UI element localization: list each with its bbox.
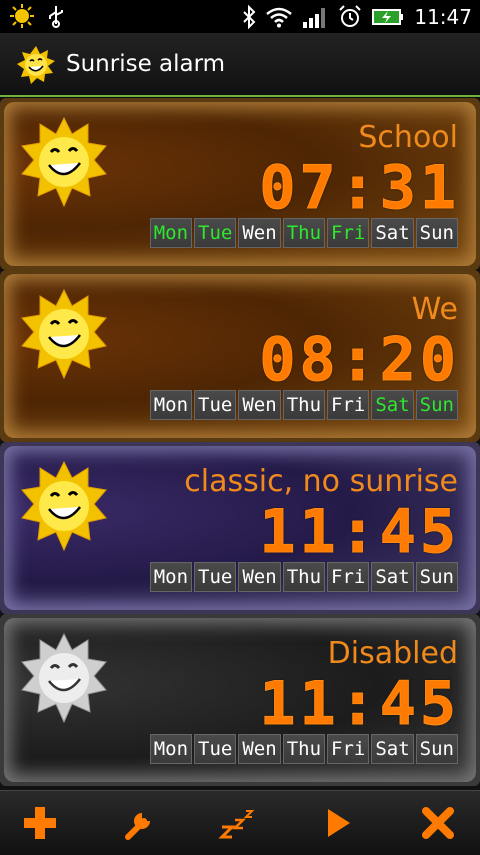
sun-face-disabled-icon (21, 632, 107, 724)
status-bar: 11:47 (0, 0, 480, 33)
day-toggle-wen[interactable]: Wen (238, 562, 281, 592)
day-toggle-tue[interactable]: Tue (194, 562, 237, 592)
day-toggle-wen[interactable]: Wen (238, 218, 281, 248)
day-toggle-fri[interactable]: Fri (327, 734, 370, 764)
day-toggle-sat[interactable]: Sat (371, 218, 414, 248)
day-toggle-mon[interactable]: Mon (149, 218, 193, 248)
day-toggle-sun[interactable]: Sun (415, 390, 458, 420)
status-right: 11:47 (242, 4, 472, 29)
signal-icon (303, 7, 326, 28)
day-toggle-thu[interactable]: Thu (282, 562, 326, 592)
sun-face-icon (21, 460, 107, 552)
bluetooth-icon (243, 4, 256, 29)
day-toggle-sat[interactable]: Sat (371, 734, 414, 764)
day-toggle-sat[interactable]: Sat (371, 390, 414, 420)
day-toggle-thu[interactable]: Thu (282, 218, 326, 248)
alarm-name: We (411, 292, 458, 327)
day-toggle-fri[interactable]: Fri (327, 218, 370, 248)
alarm-name: classic, no sunrise (184, 464, 458, 499)
alarm-card[interactable]: Disabled 11:45 Mon Tue Wen Thu Fri Sat S… (0, 614, 480, 786)
sun-logo-icon (17, 46, 55, 84)
weekday-row: Mon Tue Wen Thu Fri Sat Sun (149, 734, 458, 764)
day-toggle-tue[interactable]: Tue (194, 218, 237, 248)
weekday-row: Mon Tue Wen Thu Fri Sat Sun (149, 218, 458, 248)
alarm-name: School (358, 120, 458, 155)
day-toggle-tue[interactable]: Tue (194, 390, 237, 420)
day-toggle-sun[interactable]: Sun (415, 562, 458, 592)
alarm-card[interactable]: We 08:20 Mon Tue Wen Thu Fri Sat Sun (0, 270, 480, 442)
delete-icon[interactable] (418, 803, 458, 843)
play-icon[interactable] (318, 803, 358, 843)
sun-face-icon (21, 288, 107, 380)
bottom-toolbar (0, 790, 480, 855)
day-toggle-sun[interactable]: Sun (415, 734, 458, 764)
day-toggle-mon[interactable]: Mon (149, 390, 193, 420)
alarm-time: 08:20 (259, 325, 460, 395)
day-toggle-wen[interactable]: Wen (238, 390, 281, 420)
day-toggle-fri[interactable]: Fri (327, 390, 370, 420)
day-toggle-sat[interactable]: Sat (371, 562, 414, 592)
day-toggle-thu[interactable]: Thu (282, 390, 326, 420)
battery-charging-icon (372, 8, 404, 25)
day-toggle-mon[interactable]: Mon (149, 562, 193, 592)
sun-face-icon (21, 116, 107, 208)
alarm-time: 07:31 (259, 153, 460, 223)
alarm-clock-icon (339, 4, 362, 27)
alarm-time: 11:45 (259, 497, 460, 567)
weekday-row: Mon Tue Wen Thu Fri Sat Sun (149, 390, 458, 420)
app-bar: Sunrise alarm (0, 33, 480, 97)
app-title: Sunrise alarm (66, 51, 226, 77)
weekday-row: Mon Tue Wen Thu Fri Sat Sun (149, 562, 458, 592)
day-toggle-wen[interactable]: Wen (238, 734, 281, 764)
status-left (10, 4, 66, 28)
alarm-time: 11:45 (259, 669, 460, 739)
snooze-icon[interactable] (218, 803, 258, 843)
wifi-icon (266, 7, 293, 27)
day-toggle-tue[interactable]: Tue (194, 734, 237, 764)
alarm-card[interactable]: School 07:31 Mon Tue Wen Thu Fri Sat Sun (0, 98, 480, 270)
plus-icon[interactable] (20, 803, 60, 843)
usb-icon (49, 6, 63, 28)
day-toggle-fri[interactable]: Fri (327, 562, 370, 592)
day-toggle-mon[interactable]: Mon (149, 734, 193, 764)
alarm-card[interactable]: classic, no sunrise 11:45 Mon Tue Wen Th… (0, 442, 480, 614)
day-toggle-thu[interactable]: Thu (282, 734, 326, 764)
sun-notification-icon (10, 4, 34, 28)
status-time: 11:47 (414, 4, 472, 29)
wrench-icon[interactable] (120, 803, 160, 843)
alarm-name: Disabled (327, 636, 458, 671)
day-toggle-sun[interactable]: Sun (415, 218, 458, 248)
